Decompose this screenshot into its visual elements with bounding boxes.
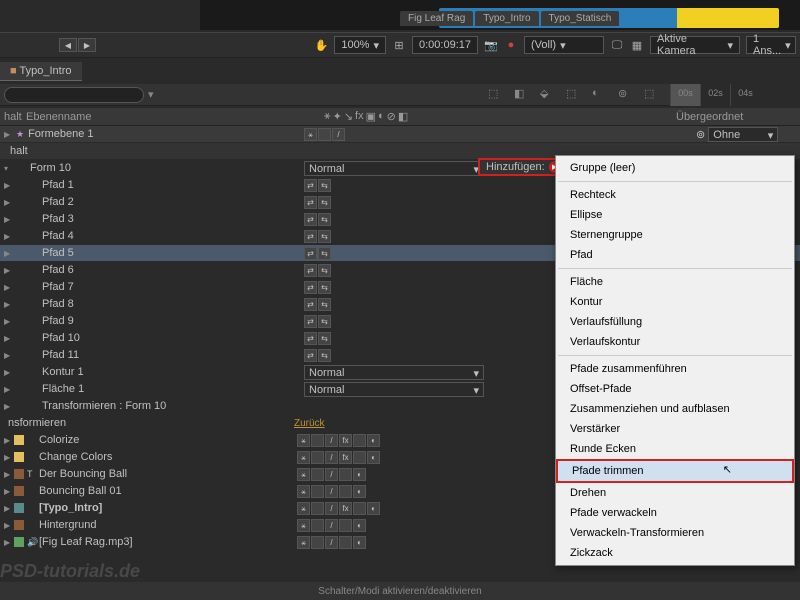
preview-strip: Fig Leaf Rag Typo_Intro Typo_Statisch (200, 0, 800, 30)
expand-icon[interactable]: ▶ (4, 538, 14, 547)
menu-item[interactable]: Gruppe (leer) (556, 158, 794, 178)
expand-icon[interactable]: ▶ (4, 266, 14, 275)
timecode[interactable]: 0:00:09:17 (412, 36, 478, 54)
graph-icon[interactable]: ⬚ (488, 87, 504, 103)
expand-icon[interactable]: ▶ (4, 368, 14, 377)
menu-item[interactable]: Sternengruppe (556, 225, 794, 245)
add-context-menu: Gruppe (leer) RechteckEllipseSternengrup… (555, 155, 795, 566)
views-dropdown[interactable]: 1 Ans...▾ (746, 36, 796, 54)
menu-item[interactable]: Offset-Pfade (556, 379, 794, 399)
expand-icon[interactable]: ▶ (4, 385, 14, 394)
guides-icon[interactable]: ▦ (630, 38, 644, 52)
grid-icon[interactable]: ⊞ (392, 38, 406, 52)
time-mark-1[interactable]: 02s (700, 84, 730, 106)
expand-icon[interactable]: ▶ (4, 249, 14, 258)
menu-item[interactable]: Pfad (556, 245, 794, 265)
layer-formebene[interactable]: ▶ Formebene 1 ⚹/ ⊚ Ohne▾ (0, 126, 800, 143)
menu-item[interactable]: Kontur (556, 292, 794, 312)
parent-dropdown[interactable]: Ohne▾ (708, 127, 778, 142)
expand-icon[interactable]: ▶ (4, 351, 14, 360)
tab-3[interactable]: Typo_Statisch (541, 11, 620, 26)
column-headers: halt Ebenenname ⚹✦↘fx▣◐⊘◧ Übergeordnet (0, 108, 800, 126)
col-name-header[interactable]: Ebenenname (14, 111, 324, 123)
blend-mode-dropdown[interactable]: Normal▾ (304, 365, 484, 380)
time-mark-2[interactable]: 04s (730, 84, 760, 106)
brain-icon[interactable]: ⬚ (644, 87, 660, 103)
expand-icon[interactable]: ▶ (4, 300, 14, 309)
expand-icon[interactable]: ▶ (4, 334, 14, 343)
expand-icon[interactable]: ▶ (4, 181, 14, 190)
expand-icon[interactable]: ▶ (4, 436, 14, 445)
watermark: PSD-tutorials.de (0, 561, 140, 582)
shy-icon[interactable]: ⬙ (540, 87, 556, 103)
expand-icon[interactable]: ▶ (4, 232, 14, 241)
menu-item[interactable]: Rechteck (556, 185, 794, 205)
camera-dropdown[interactable]: Aktive Kamera▾ (650, 36, 740, 54)
snapshot-icon[interactable]: 📷 (484, 38, 498, 52)
hand-icon[interactable]: ✋ (314, 38, 328, 52)
expand-icon[interactable]: ▶ (4, 198, 14, 207)
expand-icon[interactable]: ▶ (4, 402, 14, 411)
col-switches-header: ⚹✦↘fx▣◐⊘◧ (324, 110, 544, 123)
menu-item[interactable]: Fläche (556, 272, 794, 292)
expand-icon[interactable]: ▶ (4, 453, 14, 462)
expand-icon[interactable]: ▶ (4, 317, 14, 326)
blend-mode-dropdown[interactable]: Normal▾ (304, 161, 484, 176)
expand-icon[interactable]: ▶ (4, 521, 14, 530)
expand-icon[interactable]: ▶ (4, 215, 14, 224)
viewer-controls: ◀ ▶ ✋ 100%▾ ⊞ 0:00:09:17 📷 ● (Voll)▾ 🖵 ▦… (0, 32, 800, 58)
menu-item[interactable]: Pfade verwackeln (556, 503, 794, 523)
expand-icon[interactable]: ▶ (4, 130, 14, 139)
col-parent-header[interactable]: Übergeordnet (676, 111, 796, 123)
expand-icon[interactable]: ▶ (4, 487, 14, 496)
menu-item[interactable]: Verstärker (556, 419, 794, 439)
scroll-right-icon[interactable]: ▶ (78, 38, 96, 52)
menu-item[interactable]: Runde Ecken (556, 439, 794, 459)
menu-item[interactable]: Verlaufsfüllung (556, 312, 794, 332)
blend-mode-dropdown[interactable]: Normal▾ (304, 382, 484, 397)
tab-1[interactable]: Fig Leaf Rag (400, 11, 473, 26)
comp-tabs: Fig Leaf Rag Typo_Intro Typo_Statisch (400, 11, 619, 26)
tab-2[interactable]: Typo_Intro (475, 11, 538, 26)
reset-link[interactable]: Zurück (294, 418, 325, 429)
footer-hint[interactable]: Schalter/Modi aktivieren/deaktivieren (0, 582, 800, 600)
quality-dropdown[interactable]: (Voll)▾ (524, 36, 604, 54)
expand-icon[interactable]: ▶ (4, 504, 14, 513)
menu-item[interactable]: Zusammenziehen und aufblasen (556, 399, 794, 419)
search-dropdown-icon[interactable]: ▾ (148, 88, 154, 101)
blur-icon[interactable]: ⬚ (566, 87, 582, 103)
mb-icon[interactable]: ◐ (592, 87, 608, 103)
expand-icon[interactable]: ▾ (4, 164, 14, 173)
menu-item[interactable]: Verlaufskontur (556, 332, 794, 352)
menu-item[interactable]: Zickzack (556, 543, 794, 563)
search-input[interactable] (4, 87, 144, 103)
menu-item[interactable]: Verwackeln-Transformieren (556, 523, 794, 543)
time-mark-0[interactable]: 00s (670, 84, 700, 106)
menu-item[interactable]: Pfade trimmen↖ (556, 459, 794, 483)
menu-item[interactable]: Drehen (556, 483, 794, 503)
cube-icon[interactable]: ◧ (514, 87, 530, 103)
expand-icon[interactable]: ▶ (4, 283, 14, 292)
composition-tab[interactable]: ■ Typo_Intro (0, 62, 82, 81)
expand-icon[interactable]: ▶ (4, 470, 14, 479)
menu-item[interactable]: Pfade zusammenführen (556, 359, 794, 379)
scroll-left-icon[interactable]: ◀ (59, 38, 77, 52)
zoom-dropdown[interactable]: 100%▾ (334, 36, 386, 54)
overlay-icon[interactable]: ⊚ (618, 87, 634, 103)
timeline-tool-icons: ⬚ ◧ ⬙ ⬚ ◐ ⊚ ⬚ (488, 87, 660, 103)
link-icon[interactable]: ⊚ (696, 129, 705, 141)
timeline-ruler[interactable]: 00s 02s 04s (670, 84, 800, 106)
menu-item[interactable]: Ellipse (556, 205, 794, 225)
monitor-icon[interactable]: 🖵 (610, 38, 624, 52)
channel-icon[interactable]: ● (504, 38, 518, 52)
